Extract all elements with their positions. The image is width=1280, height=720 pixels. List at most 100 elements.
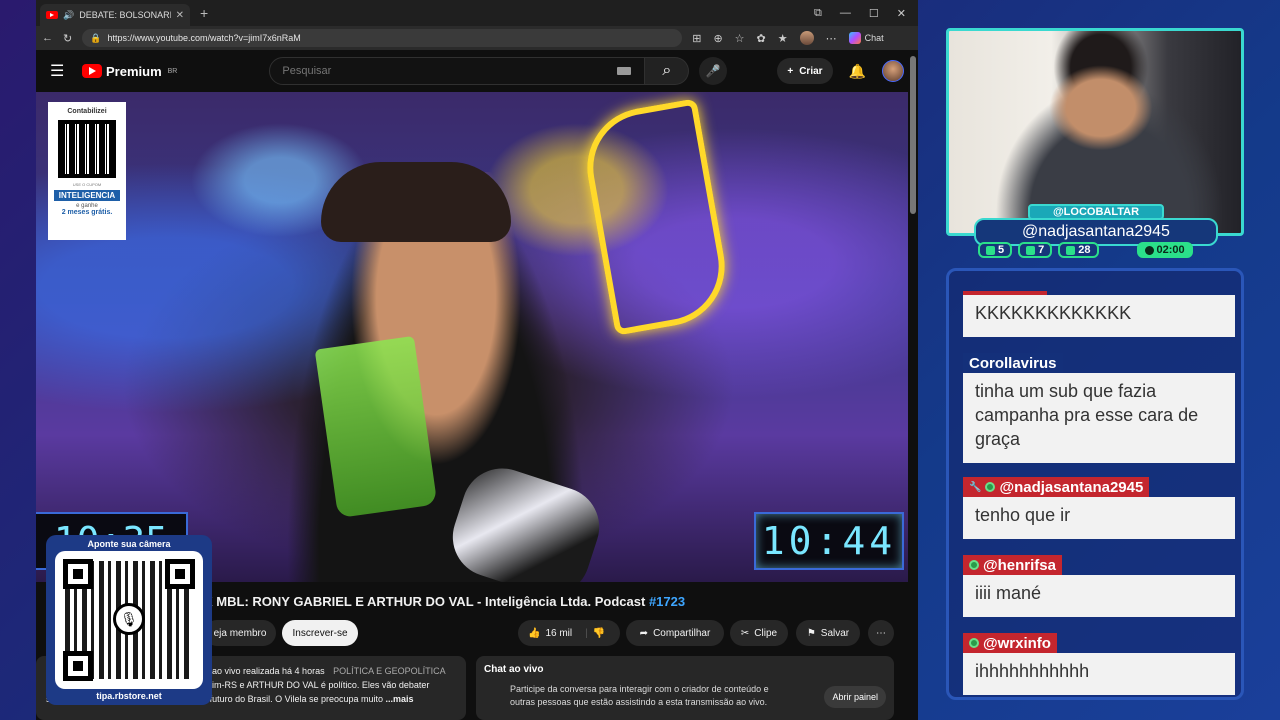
member-badge-icon bbox=[969, 638, 979, 648]
lock-icon: 🔒 bbox=[90, 32, 102, 43]
bookmark-icon: ⚑ bbox=[806, 627, 816, 639]
chat-message-text: KKKKKKKKKKKKK bbox=[963, 295, 1235, 337]
profile-avatar[interactable] bbox=[799, 31, 814, 45]
chat-username: @wrxinfo bbox=[963, 633, 1057, 653]
mic-person-icon: 🎙 bbox=[113, 603, 145, 635]
scissors-icon: ✂ bbox=[740, 627, 750, 639]
apps-icon[interactable]: ⊞ bbox=[692, 32, 701, 45]
video-title-text: X MBL: RONY GABRIEL E ARTHUR DO VAL - In… bbox=[204, 594, 646, 609]
speaker-icon: 🔊 bbox=[63, 9, 75, 20]
neon-sign bbox=[577, 98, 735, 336]
chat-message-text: tenho que ir bbox=[963, 497, 1235, 539]
minimize-button[interactable]: — bbox=[840, 7, 851, 20]
logo-text: Premium bbox=[106, 63, 162, 79]
more-icon[interactable]: ⋯ bbox=[826, 32, 837, 45]
sponsor-gift: e ganhe 2 meses grátis. bbox=[62, 203, 113, 216]
chat-label: Chat bbox=[864, 33, 884, 43]
chat-username: @henrifsa bbox=[963, 555, 1062, 575]
favorite-star-icon[interactable]: ☆ bbox=[735, 32, 745, 45]
page-scrollbar[interactable] bbox=[910, 56, 916, 214]
video-title: X MBL: RONY GABRIEL E ARTHUR DO VAL - In… bbox=[204, 594, 685, 609]
copilot-chat-button[interactable]: Chat bbox=[848, 32, 884, 44]
user-avatar[interactable] bbox=[882, 60, 904, 82]
qr-finder bbox=[165, 559, 195, 589]
chat-message-text: ihhhhhhhhhhh bbox=[963, 653, 1235, 695]
stream-chat-panel: KKKKKKKKKKKKK Corollavirus tinha um sub … bbox=[946, 268, 1244, 700]
episode-hashtag[interactable]: #1723 bbox=[649, 594, 685, 609]
tab-title: DEBATE: BOLSONARISTA X MBL bbox=[79, 10, 171, 20]
back-button[interactable]: ← bbox=[42, 32, 53, 44]
zoom-icon[interactable]: ⊕ bbox=[713, 32, 722, 45]
qr-overlay: Aponte sua câmera 🎙 tipa.rbstore.net bbox=[46, 535, 212, 705]
description-line2: im-RS e ARTHUR DO VAL é político. Eles v… bbox=[212, 680, 430, 690]
youtube-logo[interactable]: Premium BR bbox=[82, 64, 177, 79]
description-category[interactable]: POLÍTICA E GEOPOLÍTICA bbox=[333, 666, 446, 676]
qr-code: 🎙 bbox=[55, 551, 203, 689]
browser-tab[interactable]: 🔊 DEBATE: BOLSONARISTA X MBL ✕ bbox=[40, 4, 190, 26]
clock-icon bbox=[1144, 245, 1154, 255]
qr-finder bbox=[63, 651, 93, 681]
youtube-count: 7 bbox=[1038, 244, 1045, 256]
sponsor-coupon-code: INTELIGENCIA bbox=[54, 190, 120, 201]
youtube-favicon-icon bbox=[46, 11, 58, 19]
address-bar[interactable]: 🔒 https://www.youtube.com/watch?v=jimI7x… bbox=[82, 29, 683, 47]
live-chat-box: Chat ao vivo Participe da conversa para … bbox=[476, 656, 894, 720]
like-button[interactable]: 👍 16 mil | 👎 bbox=[518, 620, 620, 646]
kick-stat: 28 bbox=[1058, 242, 1099, 258]
close-tab-icon[interactable]: ✕ bbox=[176, 10, 184, 21]
qr-finder bbox=[63, 559, 93, 589]
url-text: https://www.youtube.com/watch?v=jimI7x6n… bbox=[107, 33, 301, 43]
keyboard-icon[interactable] bbox=[617, 67, 632, 75]
timer-stat: 02:00 bbox=[1136, 242, 1193, 258]
extensions-icon[interactable]: ✿ bbox=[757, 32, 766, 45]
kick-icon bbox=[1066, 245, 1076, 255]
timer-value: 02:00 bbox=[1156, 244, 1185, 256]
reload-button[interactable]: ↻ bbox=[63, 32, 72, 45]
sponsor-qr-code bbox=[58, 120, 116, 178]
create-button[interactable]: + Criar bbox=[777, 58, 833, 84]
sponsor-gift-line2: 2 meses grátis. bbox=[61, 209, 113, 216]
chat-username-text: @nadjasantana2945 bbox=[999, 478, 1144, 496]
clip-button[interactable]: ✂ Clipe bbox=[730, 620, 788, 646]
favorites-icon[interactable]: ★ bbox=[778, 32, 788, 45]
more-actions-button[interactable]: ⋯ bbox=[868, 620, 894, 646]
tab-bar: 🔊 DEBATE: BOLSONARISTA X MBL ✕ + ⧉ — ☐ ✕ bbox=[36, 0, 918, 26]
twitch-stat: 5 bbox=[978, 242, 1013, 258]
twitch-icon bbox=[986, 245, 995, 255]
video-player[interactable]: Contabilizei USE O CUPOM INTELIGENCIA e … bbox=[36, 92, 908, 582]
menu-icon[interactable]: ☰ bbox=[50, 61, 70, 81]
live-chat-title: Chat ao vivo bbox=[484, 664, 544, 675]
voice-search-button[interactable]: 🎤 bbox=[699, 57, 728, 85]
create-label: Criar bbox=[799, 65, 823, 77]
chat-username-text: @henrifsa bbox=[983, 556, 1056, 574]
chat-username: 🔧 @nadjasantana2945 bbox=[963, 477, 1150, 497]
member-badge-icon bbox=[985, 482, 996, 492]
copilot-icon bbox=[848, 32, 861, 44]
search-button[interactable]: ⌕ bbox=[645, 57, 690, 85]
thumbs-down-icon[interactable]: 👎 bbox=[593, 628, 605, 639]
save-button[interactable]: ⚑ Salvar bbox=[796, 620, 860, 646]
youtube-header: ☰ Premium BR ⌕ 🎤 + Criar 🔔 bbox=[36, 50, 918, 92]
open-panel-button[interactable]: Abrir painel bbox=[824, 686, 886, 708]
tab-actions-icon[interactable]: ⧉ bbox=[814, 7, 822, 20]
notifications-bell-icon[interactable]: 🔔 bbox=[849, 63, 866, 80]
sponsor-name: Contabilizei bbox=[67, 108, 107, 115]
subscribe-button[interactable]: Inscrever-se bbox=[282, 620, 358, 646]
youtube-stat: 7 bbox=[1018, 242, 1053, 258]
sponsor-coupon-label: USE O CUPOM bbox=[72, 182, 102, 187]
wrench-icon: 🔧 bbox=[969, 481, 982, 493]
maximize-button[interactable]: ☐ bbox=[869, 7, 879, 20]
share-icon: ➦ bbox=[639, 627, 649, 639]
streamer-nameplate: @nadjasantana2945 @LOCOBALTAR 5 7 28 02:… bbox=[974, 204, 1218, 262]
join-button[interactable]: eja membro bbox=[204, 620, 276, 646]
share-label: Compartilhar bbox=[653, 627, 711, 639]
chat-username-text: Corollavirus bbox=[969, 354, 1057, 372]
stats-row: 5 7 28 02:00 bbox=[978, 242, 1193, 258]
show-more-link[interactable]: ...mais bbox=[386, 694, 414, 704]
youtube-play-icon bbox=[82, 64, 102, 78]
new-tab-button[interactable]: + bbox=[200, 5, 208, 21]
close-window-button[interactable]: ✕ bbox=[897, 7, 906, 20]
plus-icon: + bbox=[787, 65, 794, 77]
share-button[interactable]: ➦ Compartilhar bbox=[626, 620, 724, 646]
search-input[interactable] bbox=[269, 57, 646, 85]
